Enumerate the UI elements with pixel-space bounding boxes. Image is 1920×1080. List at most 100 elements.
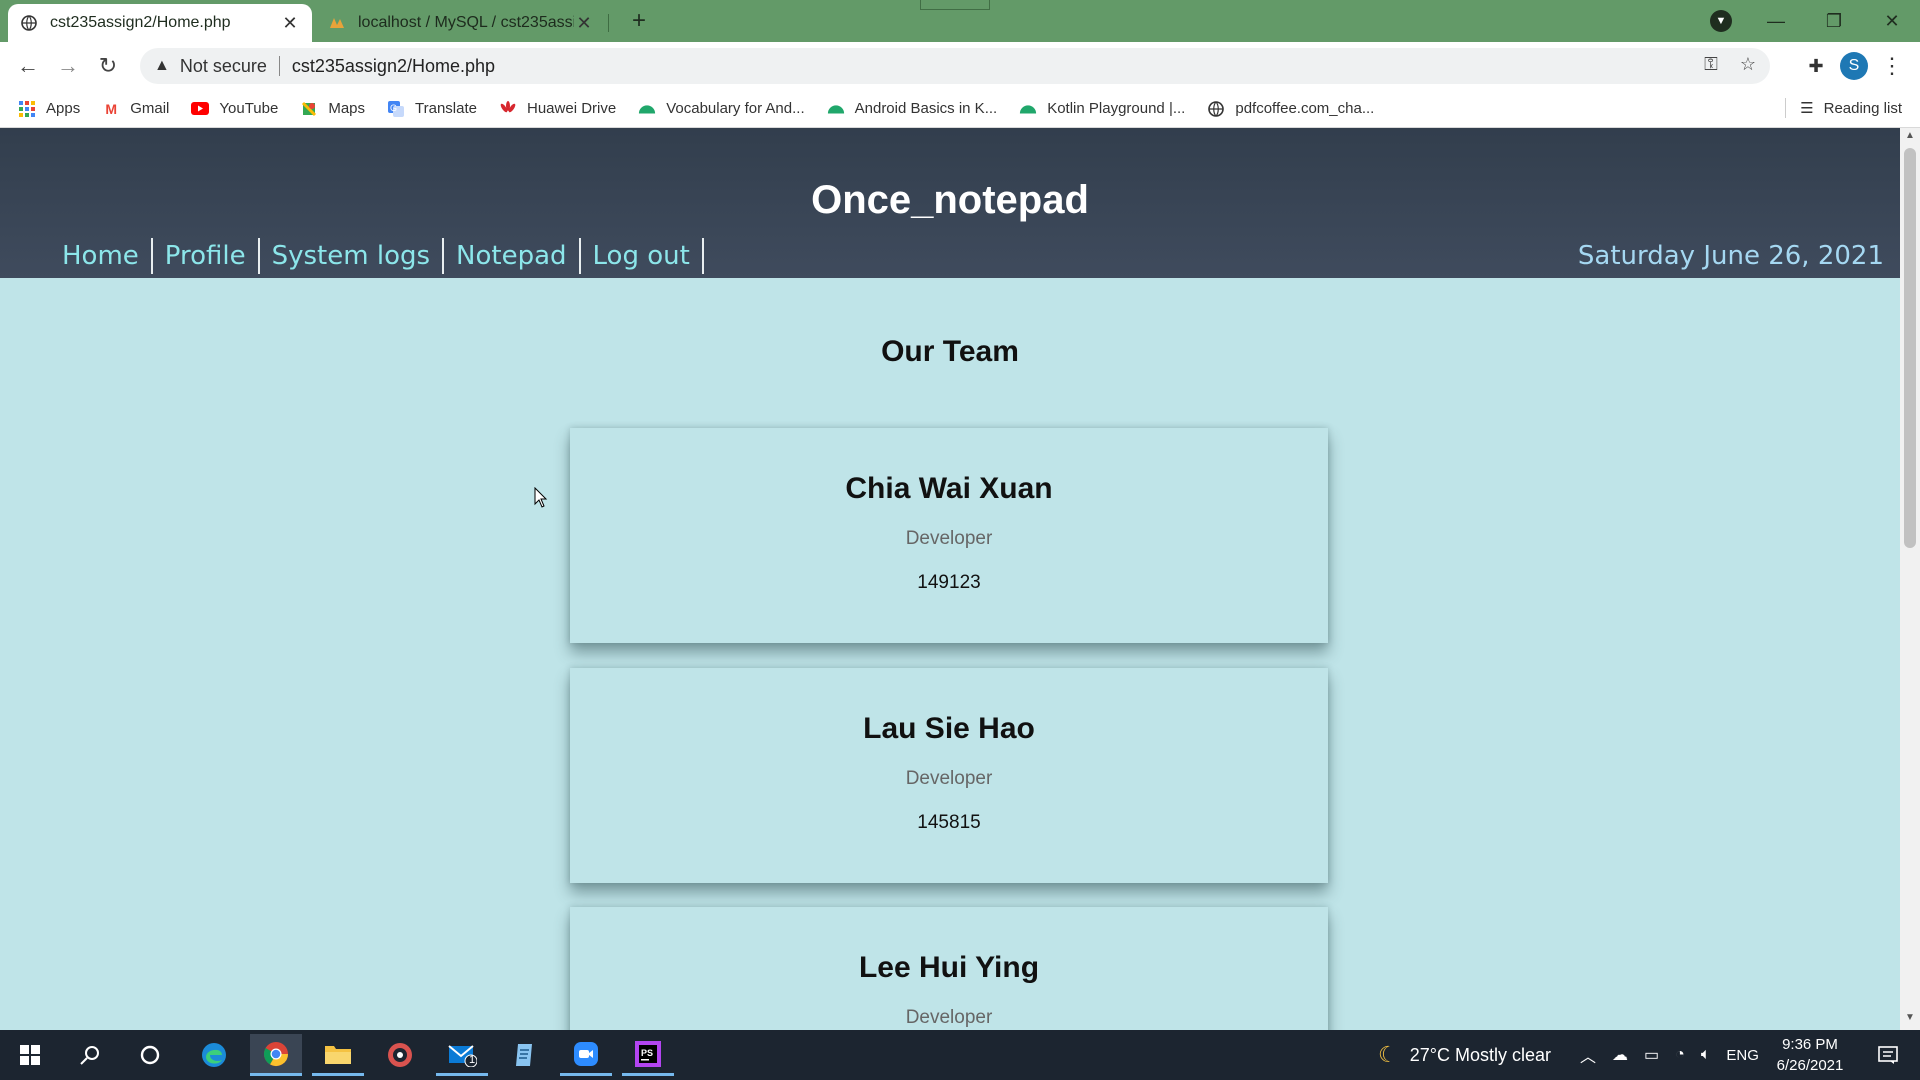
zoom-icon[interactable] bbox=[560, 1034, 612, 1076]
mail-icon[interactable]: 1 bbox=[436, 1034, 488, 1076]
scroll-up-icon[interactable]: ▲ bbox=[1900, 130, 1920, 146]
member-id: 145815 bbox=[917, 812, 981, 833]
site-nav: Home Profile System logs Notepad Log out bbox=[52, 238, 704, 274]
restore-icon[interactable]: ❐ bbox=[1814, 6, 1854, 36]
security-label[interactable]: Not secure bbox=[180, 56, 267, 77]
bookmark-label: YouTube bbox=[219, 100, 279, 117]
bookmark-label: Kotlin Playground |... bbox=[1047, 100, 1186, 117]
file-explorer-icon[interactable] bbox=[312, 1034, 364, 1076]
huawei-icon bbox=[499, 100, 517, 118]
taskbar-clock[interactable]: 9:36 PM 6/26/2021 bbox=[1760, 1034, 1860, 1076]
bookmark-maps[interactable]: Maps bbox=[300, 100, 365, 118]
bookmark-vocabulary[interactable]: Vocabulary for And... bbox=[638, 100, 805, 118]
current-date: Saturday June 26, 2021 bbox=[1577, 241, 1884, 271]
windows-taskbar: 1 PS ☾ 27°C Mostly clear ︿ ☁ ▭ ◔ 🔈︎ ENG … bbox=[0, 1030, 1920, 1080]
svg-text:G: G bbox=[390, 103, 397, 113]
battery-icon[interactable]: ▭ bbox=[1644, 1045, 1659, 1065]
scrollbar-thumb[interactable] bbox=[1904, 148, 1916, 548]
bookmark-apps[interactable]: Apps bbox=[18, 100, 80, 118]
youtube-icon bbox=[191, 100, 210, 118]
system-tray: ︿ ☁ ▭ ◔ 🔈︎ ENG bbox=[1580, 1030, 1759, 1080]
weather-text: 27°C Mostly clear bbox=[1409, 1044, 1551, 1065]
nav-link-profile[interactable]: Profile bbox=[153, 238, 260, 274]
new-tab-button[interactable]: + bbox=[624, 6, 654, 36]
scroll-down-icon[interactable]: ▼ bbox=[1900, 1012, 1920, 1028]
bookmark-label: Apps bbox=[46, 100, 81, 117]
nav-link-notepad[interactable]: Notepad bbox=[444, 238, 581, 274]
bookmark-android-basics[interactable]: Android Basics in K... bbox=[827, 100, 997, 118]
chevron-up-icon[interactable]: ︿ bbox=[1580, 1043, 1596, 1067]
bookmark-kotlin-playground[interactable]: Kotlin Playground |... bbox=[1019, 100, 1185, 118]
tab-strip: cst235assign2/Home.php ✕ localhost / MyS… bbox=[0, 0, 1920, 42]
tab-search-icon[interactable]: ▼ bbox=[1710, 10, 1732, 32]
reload-icon[interactable]: ↻ bbox=[92, 50, 124, 82]
wifi-icon[interactable]: ◔ bbox=[1675, 1046, 1685, 1064]
back-icon[interactable]: ← bbox=[12, 50, 44, 82]
reading-list-label: Reading list bbox=[1823, 99, 1902, 117]
mail-badge: 1 bbox=[469, 1054, 476, 1066]
close-icon[interactable]: ✕ bbox=[280, 13, 300, 34]
chrome-icon[interactable] bbox=[250, 1034, 302, 1076]
page-scrollbar[interactable]: ▲ ▼ bbox=[1900, 128, 1920, 1030]
phpmyadmin-icon bbox=[328, 14, 346, 32]
volume-icon[interactable]: 🔈︎ bbox=[1701, 1046, 1711, 1064]
weather-widget[interactable]: ☾ 27°C Mostly clear bbox=[1378, 1030, 1551, 1080]
divider bbox=[1785, 98, 1787, 118]
media-player-icon[interactable] bbox=[374, 1034, 426, 1076]
profile-avatar[interactable]: S bbox=[1840, 52, 1868, 80]
globe-icon bbox=[1207, 100, 1225, 118]
tab-phpmyadmin[interactable]: localhost / MySQL / cst235assig ✕ bbox=[316, 4, 606, 42]
nav-link-system-logs[interactable]: System logs bbox=[260, 238, 445, 274]
extensions-puzzle-icon[interactable]: ✚ bbox=[1800, 50, 1832, 82]
language-indicator[interactable]: ENG bbox=[1726, 1047, 1759, 1064]
address-bar[interactable]: ▲ Not secure cst235assign2/Home.php ⚿ ☆ bbox=[140, 48, 1770, 84]
phpstorm-icon[interactable]: PS bbox=[622, 1034, 674, 1076]
bookmark-gmail[interactable]: M Gmail bbox=[102, 100, 169, 118]
team-card: Lau Sie Hao Developer 145815 bbox=[570, 668, 1328, 883]
bookmark-label: Translate bbox=[415, 100, 477, 117]
reading-list-icon: ☰ bbox=[1800, 100, 1814, 117]
member-name: Lau Sie Hao bbox=[863, 712, 1035, 745]
divider bbox=[278, 56, 280, 76]
bookmark-huawei-drive[interactable]: Huawei Drive bbox=[499, 100, 616, 118]
close-icon[interactable]: ✕ bbox=[574, 13, 594, 34]
member-role: Developer bbox=[905, 768, 993, 789]
minimize-icon[interactable]: — bbox=[1756, 6, 1796, 36]
bookmark-star-icon[interactable]: ☆ bbox=[1740, 54, 1756, 75]
warning-icon[interactable]: ▲ bbox=[154, 57, 170, 75]
reading-list-button[interactable]: ☰ Reading list bbox=[1785, 98, 1902, 118]
member-name: Chia Wai Xuan bbox=[845, 472, 1053, 505]
member-name: Lee Hui Ying bbox=[858, 951, 1040, 984]
mouse-cursor-icon bbox=[534, 487, 548, 508]
notepad-icon[interactable] bbox=[498, 1034, 550, 1076]
windows-start-icon[interactable] bbox=[4, 1034, 56, 1076]
site-title: Once_notepad bbox=[811, 178, 1089, 222]
team-card: Chia Wai Xuan Developer 149123 bbox=[570, 428, 1328, 643]
android-icon bbox=[638, 100, 656, 118]
key-icon[interactable]: ⚿ bbox=[1704, 54, 1718, 75]
notifications-icon[interactable] bbox=[1862, 1034, 1914, 1076]
cortana-icon[interactable] bbox=[124, 1034, 176, 1076]
bookmark-pdfcoffee[interactable]: pdfcoffee.com_cha... bbox=[1207, 100, 1374, 118]
search-icon[interactable] bbox=[64, 1034, 116, 1076]
member-role: Developer bbox=[905, 1007, 993, 1028]
nav-link-home[interactable]: Home bbox=[52, 238, 153, 274]
tab-title: cst235assign2/Home.php bbox=[50, 14, 231, 31]
bookmark-label: Maps bbox=[328, 100, 366, 117]
member-role: Developer bbox=[905, 528, 993, 549]
android-icon bbox=[1019, 100, 1037, 118]
bookmark-translate[interactable]: G Translate bbox=[387, 100, 477, 118]
tab-home[interactable]: cst235assign2/Home.php ✕ bbox=[8, 4, 312, 42]
nav-link-log-out[interactable]: Log out bbox=[581, 238, 704, 274]
edge-icon[interactable] bbox=[188, 1034, 240, 1076]
onedrive-icon[interactable]: ☁ bbox=[1612, 1045, 1628, 1065]
apps-grid-icon bbox=[18, 100, 36, 118]
window-drag-grip[interactable] bbox=[920, 0, 990, 10]
clock-date: 6/26/2021 bbox=[1776, 1057, 1844, 1074]
tab-divider bbox=[608, 14, 609, 32]
forward-icon[interactable]: → bbox=[52, 50, 84, 82]
window-close-icon[interactable]: ✕ bbox=[1872, 6, 1912, 36]
bookmark-youtube[interactable]: YouTube bbox=[191, 100, 278, 118]
kebab-menu-icon[interactable]: ⋮ bbox=[1880, 50, 1904, 82]
url-text[interactable]: cst235assign2/Home.php bbox=[292, 56, 495, 77]
